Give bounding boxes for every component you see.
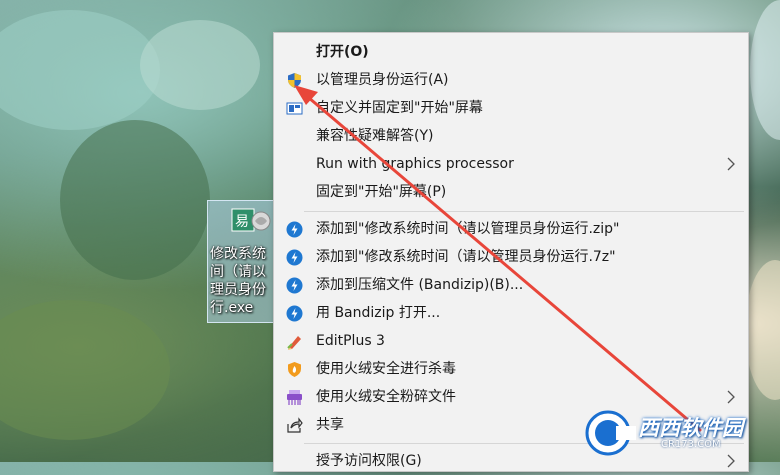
annotation-arrow <box>294 85 702 432</box>
watermark-text: 西西软件园 <box>638 416 743 440</box>
watermark-domain: CR173.COM <box>661 439 721 450</box>
watermark-logo-icon <box>585 410 636 456</box>
site-watermark: 西西软件园 CR173.COM <box>583 408 773 458</box>
